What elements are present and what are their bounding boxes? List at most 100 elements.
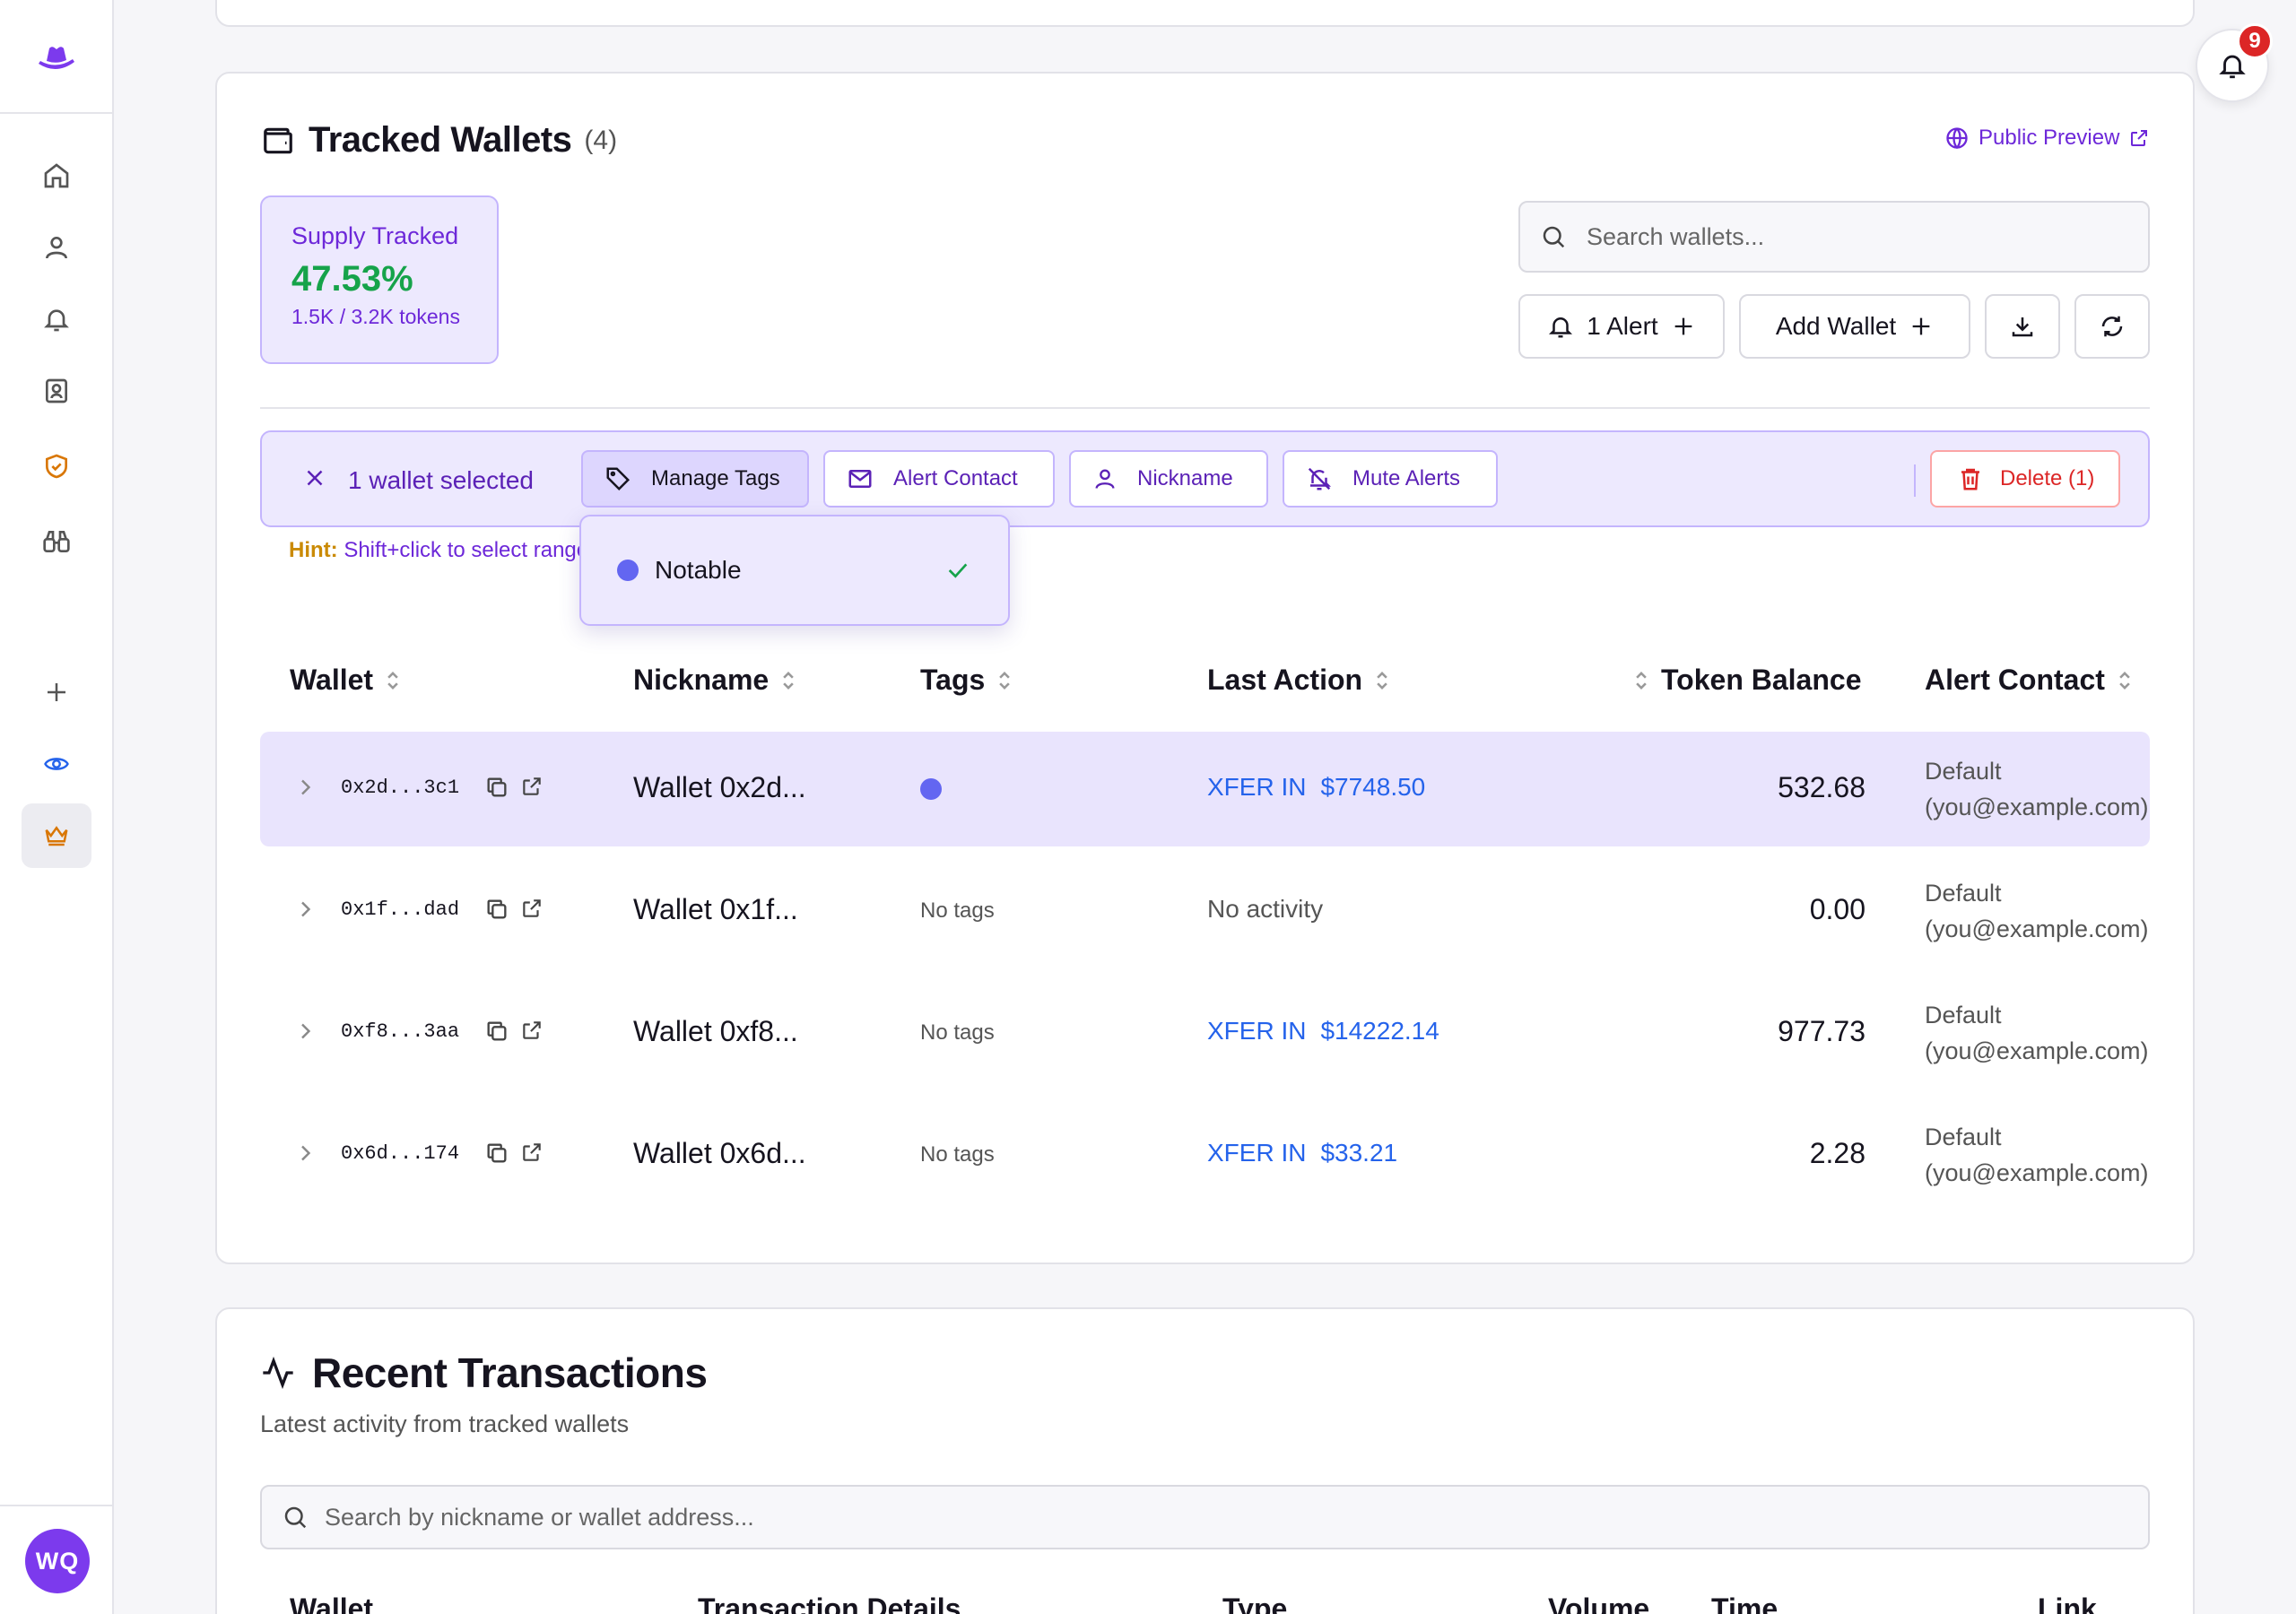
recent-transactions-header: Recent Transactions	[260, 1349, 708, 1397]
tx-column-header[interactable]: Wallet	[290, 1592, 373, 1614]
section-title: Recent Transactions	[312, 1349, 708, 1396]
wallet-nickname: Wallet 0x2d...	[633, 771, 806, 803]
mute-alerts-button[interactable]: Mute Alerts	[1283, 450, 1498, 508]
sidebar-divider	[0, 112, 114, 114]
search-input[interactable]	[1587, 222, 2125, 251]
open-explorer-button[interactable]	[520, 1141, 544, 1164]
last-action: No activity	[1207, 895, 1324, 923]
external-link-icon	[523, 899, 541, 917]
column-header-wallet[interactable]: Wallet	[290, 664, 402, 697]
binoculars-icon[interactable]	[22, 509, 91, 574]
table-row[interactable]: 0xf8...3aa Wallet 0xf8... No tags XFER I…	[260, 976, 2150, 1090]
nickname-button[interactable]: Nickname	[1069, 450, 1268, 508]
column-header-tags[interactable]: Tags	[920, 664, 1013, 697]
eye-icon[interactable]	[22, 732, 91, 796]
expand-row-button[interactable]	[296, 898, 314, 920]
public-preview-link[interactable]: Public Preview	[1944, 126, 2150, 151]
action-amount: $7748.50	[1320, 773, 1426, 801]
sort-icon	[1377, 671, 1387, 690]
tags-empty: No tags	[920, 898, 995, 923]
refresh-button[interactable]	[2074, 294, 2150, 359]
alert-contact: Default (you@example.com)	[1925, 1119, 2149, 1191]
manage-tags-label: Manage Tags	[651, 466, 780, 490]
open-explorer-button[interactable]	[520, 775, 544, 798]
alert-contact: Default (you@example.com)	[1925, 997, 2149, 1069]
sort-icon	[783, 671, 794, 690]
tx-column-header[interactable]: Volume	[1548, 1592, 1649, 1614]
tx-column-header[interactable]: Time	[1711, 1592, 1778, 1614]
section-divider	[260, 407, 2150, 409]
notification-count-badge: 9	[2237, 23, 2273, 59]
close-icon	[307, 470, 323, 486]
column-label: Nickname	[633, 664, 770, 696]
tags-empty: No tags	[920, 1142, 995, 1167]
contact-name: Default	[1925, 1124, 2002, 1150]
contact-name: Default	[1925, 758, 2002, 785]
open-explorer-button[interactable]	[520, 897, 544, 920]
table-row[interactable]: 0x2d...3c1 Wallet 0x2d... XFER IN $7748.…	[260, 732, 2150, 846]
plus-icon[interactable]	[22, 660, 91, 725]
column-header-last-action[interactable]: Last Action	[1207, 664, 1391, 697]
search-input[interactable]	[325, 1503, 2029, 1532]
expand-row-button[interactable]	[296, 1020, 314, 1042]
open-explorer-button[interactable]	[520, 1019, 544, 1042]
column-header-nickname[interactable]: Nickname	[633, 664, 797, 697]
last-action[interactable]: XFER IN $14222.14	[1207, 1017, 1439, 1046]
wallet-nickname: Wallet 0x6d...	[633, 1137, 806, 1169]
download-button[interactable]	[1985, 294, 2060, 359]
shield-check-icon[interactable]	[22, 434, 91, 499]
copy-button[interactable]	[484, 1141, 509, 1166]
sidebar: WQ	[0, 0, 114, 1614]
copy-button[interactable]	[484, 897, 509, 922]
column-header-alert-contact[interactable]: Alert Contact	[1925, 664, 2134, 697]
home-icon[interactable]	[22, 143, 91, 208]
expand-row-button[interactable]	[296, 777, 314, 798]
delete-button[interactable]: Delete (1)	[1930, 450, 2120, 508]
crown-icon[interactable]	[22, 803, 91, 868]
user-icon[interactable]	[22, 215, 91, 280]
delete-label: Delete (1)	[2000, 466, 2095, 490]
alert-contact-button[interactable]: Alert Contact	[823, 450, 1055, 508]
wallet-address: 0x6d...174	[341, 1142, 460, 1165]
alert-button[interactable]: 1 Alert	[1518, 294, 1725, 359]
contacts-book-icon[interactable]	[22, 359, 91, 423]
clear-selection-button[interactable]	[301, 464, 328, 491]
contact-email: (you@example.com)	[1925, 915, 2149, 942]
tag-dot-notable	[920, 778, 942, 800]
tags-empty: No tags	[920, 1020, 995, 1045]
chevron-right-icon	[301, 1145, 311, 1161]
action-amount: $14222.14	[1320, 1017, 1439, 1045]
selection-count: 1 wallet selected	[348, 466, 535, 494]
bell-icon[interactable]	[22, 287, 91, 351]
add-wallet-button[interactable]: Add Wallet	[1739, 294, 1970, 359]
wallet-address: 0x1f...dad	[341, 898, 460, 921]
tag-option-notable[interactable]: Notable	[617, 556, 742, 585]
tag-icon	[606, 467, 631, 491]
contact-email: (you@example.com)	[1925, 794, 2149, 820]
copy-button[interactable]	[484, 775, 509, 800]
manage-tags-button[interactable]: Manage Tags	[581, 450, 809, 508]
column-header-token-balance[interactable]: Token Balance	[1632, 664, 1861, 697]
supply-percent: 47.53%	[291, 259, 413, 299]
chevron-right-icon	[301, 1023, 311, 1039]
copy-button[interactable]	[484, 1019, 509, 1044]
expand-row-button[interactable]	[296, 1142, 314, 1164]
avatar[interactable]: WQ	[25, 1529, 90, 1593]
wallet-search[interactable]	[1518, 201, 2150, 273]
last-action[interactable]: XFER IN $7748.50	[1207, 773, 1425, 802]
table-row[interactable]: 0x1f...dad Wallet 0x1f... No tags No act…	[260, 854, 2150, 968]
tx-column-header[interactable]: Type	[1222, 1592, 1287, 1614]
token-balance: 977.73	[1778, 1015, 1866, 1047]
last-action[interactable]: XFER IN $33.21	[1207, 1139, 1397, 1167]
tx-column-header[interactable]: Link	[2038, 1592, 2097, 1614]
alert-contact: Default (you@example.com)	[1925, 875, 2149, 947]
bulk-separator	[1914, 464, 1916, 497]
transaction-search[interactable]	[260, 1485, 2150, 1549]
wallet-nickname: Wallet 0x1f...	[633, 893, 798, 925]
column-label: Alert Contact	[1925, 664, 2105, 696]
hint-text: Shift+click to select range	[337, 538, 585, 562]
table-row[interactable]: 0x6d...174 Wallet 0x6d... No tags XFER I…	[260, 1098, 2150, 1212]
external-link-icon	[2131, 130, 2148, 146]
tx-column-header[interactable]: Transaction Details	[698, 1592, 961, 1614]
logo-hat-icon[interactable]	[22, 25, 91, 90]
